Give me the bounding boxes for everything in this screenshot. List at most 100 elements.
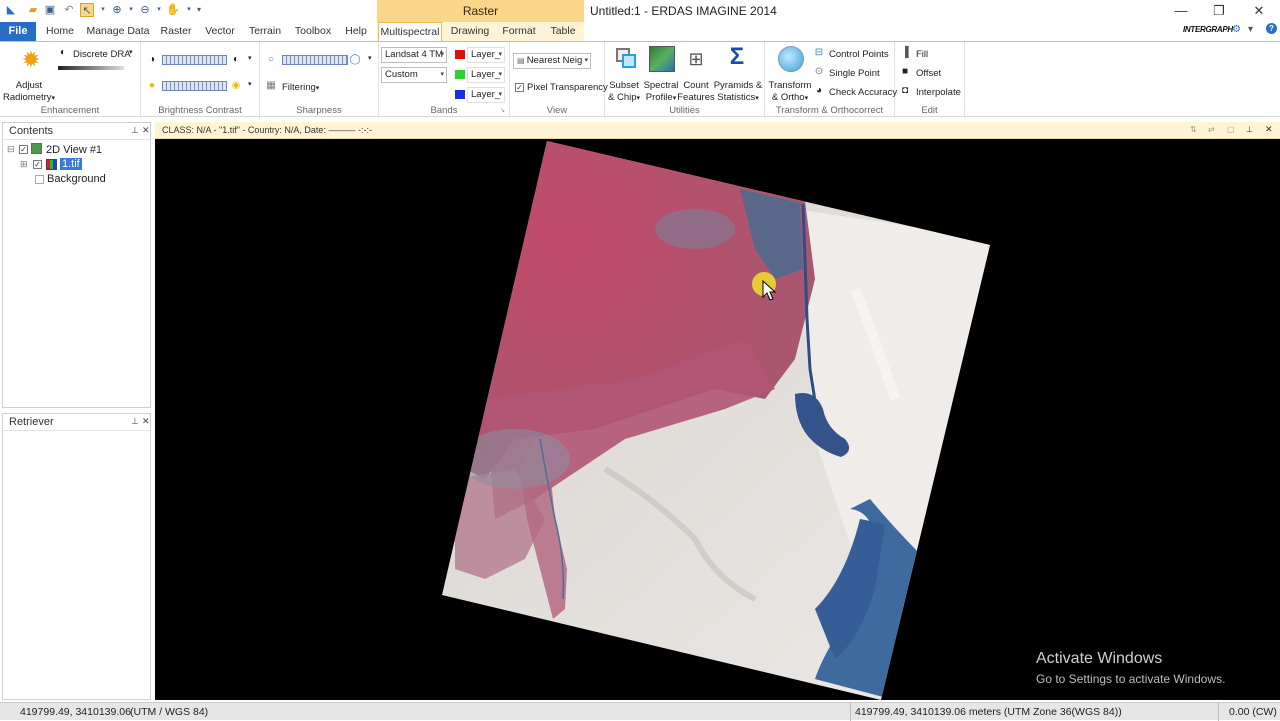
contents-panel: Contents ⊥ ✕ ⊟ ✓ 2D View #1 ⊞ ✓ 1.tif Ba…: [2, 122, 151, 408]
pin-icon[interactable]: ⊥: [131, 125, 139, 136]
check-accuracy-button[interactable]: Check Accuracy: [829, 87, 897, 98]
view-link-icon[interactable]: ⇄: [1208, 125, 1215, 134]
close-panel-icon[interactable]: ✕: [142, 125, 150, 136]
tab-multispectral[interactable]: Multispectral: [378, 22, 442, 42]
tab-manage-data[interactable]: Manage Data: [86, 22, 150, 41]
expand-icon[interactable]: ⊞: [20, 159, 28, 170]
blue-layer-select[interactable]: Layer_ ▾: [467, 87, 505, 103]
count-features-button[interactable]: Count Features: [677, 80, 715, 104]
view-maximize-icon[interactable]: ▢: [1227, 125, 1235, 134]
transform-globe-icon[interactable]: [778, 46, 804, 72]
pin-icon[interactable]: ⊥: [131, 416, 139, 427]
sharpness-slider[interactable]: [282, 55, 348, 65]
green-band-swatch: [455, 70, 465, 79]
subset-icon[interactable]: [613, 46, 639, 72]
brightness-icon: ●: [148, 80, 156, 91]
brightness-dropdown-icon[interactable]: ▾: [248, 80, 252, 88]
tree-item-view[interactable]: 2D View #1: [46, 144, 102, 156]
dropdown-icon[interactable]: ▾: [1248, 24, 1253, 35]
zoom-in-icon[interactable]: ⊕: [110, 3, 124, 17]
customize-toolbar-icon[interactable]: ▾: [192, 3, 206, 17]
contrast-slider[interactable]: [162, 55, 227, 65]
dra-gradient[interactable]: [58, 66, 124, 70]
bands-label: Bands: [430, 105, 458, 116]
subset-chip-button[interactable]: Subset & Chip▾: [605, 80, 643, 105]
spectral-profile-button[interactable]: Spectral Profile▾: [641, 80, 681, 105]
green-layer-select[interactable]: Layer_ ▾: [467, 67, 505, 83]
rgb-layer-icon: [46, 159, 57, 170]
close-panel-icon[interactable]: ✕: [142, 416, 150, 427]
options-icon[interactable]: ⚙: [1232, 24, 1241, 35]
band-combination-select[interactable]: Custom ▾: [381, 67, 447, 83]
status-coords-right: 419799.49, 3410139.06 meters (UTM Zone 3…: [850, 703, 1122, 721]
tab-file[interactable]: File: [0, 22, 36, 41]
interpolate-button[interactable]: Interpolate: [916, 87, 961, 98]
collapse-icon[interactable]: ⊟: [7, 144, 15, 155]
zoom-in-dropdown-icon[interactable]: ▾: [124, 3, 138, 17]
tree-item-background[interactable]: Background: [47, 173, 106, 185]
select-tool-icon[interactable]: ↖: [80, 3, 94, 17]
view-sync-icon[interactable]: ⇅: [1190, 125, 1197, 134]
fill-icon: ▐: [901, 47, 909, 58]
red-layer-select[interactable]: Layer_ ▾: [467, 47, 505, 63]
undo-icon[interactable]: ↶: [62, 3, 76, 17]
tab-help[interactable]: Help: [342, 22, 370, 41]
save-icon[interactable]: ▣: [43, 3, 57, 17]
brightness-slider[interactable]: [162, 81, 227, 91]
group-edit: ▐ Fill ■ Offset ◘ Interpolate Edit: [895, 42, 965, 118]
sun-icon[interactable]: ✹: [18, 47, 44, 73]
sigma-icon[interactable]: Σ: [724, 44, 750, 70]
sensor-select[interactable]: Landsat 4 TM ▾: [381, 47, 447, 63]
app-icon: ◣: [6, 4, 16, 16]
filtering-button[interactable]: Filtering▾: [282, 82, 319, 93]
pan-icon[interactable]: ✋: [166, 3, 180, 17]
2d-view-canvas[interactable]: Activate Windows Go to Settings to activ…: [155, 139, 1280, 700]
count-features-icon[interactable]: ⊞: [683, 46, 709, 72]
bands-launcher-icon[interactable]: ↘: [500, 107, 505, 114]
layer-checkbox[interactable]: ✓: [33, 160, 42, 169]
pixel-transparency-checkbox[interactable]: ✓: [515, 83, 524, 92]
transform-ortho-button[interactable]: Transform & Ortho▾: [767, 80, 813, 105]
help-icon[interactable]: ?: [1266, 23, 1277, 34]
tab-drawing[interactable]: Drawing: [450, 22, 490, 41]
tree-item-layer[interactable]: 1.tif: [60, 158, 82, 170]
tab-vector[interactable]: Vector: [202, 22, 238, 41]
adjust-radiometry-button[interactable]: Adjust Radiometry▾: [2, 80, 56, 105]
tab-table[interactable]: Table: [548, 22, 578, 41]
dra-dropdown-icon[interactable]: ▾: [129, 48, 133, 56]
select-dropdown-icon[interactable]: ▾: [96, 3, 110, 17]
offset-button[interactable]: Offset: [916, 68, 941, 79]
zoom-out-icon[interactable]: ⊖: [138, 3, 152, 17]
zoom-out-dropdown-icon[interactable]: ▾: [152, 3, 166, 17]
tab-format[interactable]: Format: [500, 22, 538, 41]
interpolate-icon: ◘: [901, 85, 909, 96]
group-enhancement: ✹ Adjust Radiometry▾ ◐ Discrete DRA ▾ Enh…: [0, 42, 141, 118]
background-checkbox[interactable]: [35, 175, 44, 184]
tab-raster[interactable]: Raster: [158, 22, 194, 41]
sharpness-dropdown-icon[interactable]: ▾: [368, 54, 372, 62]
dra-icon: ◐: [59, 47, 67, 58]
tab-terrain[interactable]: Terrain: [246, 22, 284, 41]
view-close-icon[interactable]: ✕: [1265, 124, 1273, 135]
control-points-button[interactable]: Control Points: [829, 49, 889, 60]
open-icon[interactable]: ▰: [26, 3, 40, 17]
contrast-dropdown-icon[interactable]: ▾: [248, 54, 252, 62]
minimize-icon[interactable]: —: [1162, 0, 1200, 22]
view-pin-icon[interactable]: ⊥: [1246, 125, 1253, 134]
spectral-profile-icon[interactable]: [649, 46, 675, 72]
status-bar: 419799.49, 3410139.06 (UTM / WGS 84) 419…: [0, 702, 1280, 721]
control-points-icon: ⊟: [814, 47, 824, 58]
tab-toolbox[interactable]: Toolbox: [292, 22, 334, 41]
resample-select[interactable]: ▤ Nearest Neig ▾: [513, 53, 591, 69]
close-icon[interactable]: ✕: [1240, 0, 1278, 22]
contents-title: Contents: [3, 123, 150, 140]
restore-icon[interactable]: ❐: [1200, 0, 1238, 22]
pyramids-statistics-button[interactable]: Pyramids & Statistics▾: [713, 80, 763, 105]
tab-home[interactable]: Home: [42, 22, 78, 41]
discrete-dra-button[interactable]: Discrete DRA: [73, 49, 131, 60]
view-checkbox[interactable]: ✓: [19, 145, 28, 154]
fill-button[interactable]: Fill: [916, 49, 928, 60]
view-label: View: [546, 105, 568, 116]
status-coords-left: 419799.49, 3410139.06: [20, 706, 131, 718]
single-point-button[interactable]: Single Point: [829, 68, 880, 79]
